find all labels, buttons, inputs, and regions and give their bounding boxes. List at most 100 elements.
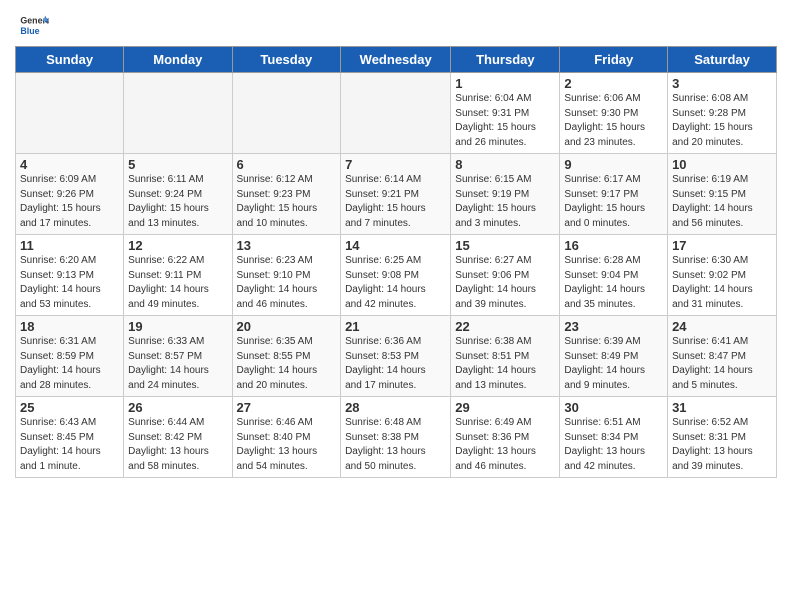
calendar-cell: 20Sunrise: 6:35 AM Sunset: 8:55 PM Dayli… xyxy=(232,316,341,397)
cell-content: Sunrise: 6:06 AM Sunset: 9:30 PM Dayligh… xyxy=(564,92,663,150)
cell-content: Sunrise: 6:22 AM Sunset: 9:11 PM Dayligh… xyxy=(128,254,227,312)
logo-icon: General Blue xyxy=(19,10,49,40)
day-number: 28 xyxy=(345,400,446,415)
cell-content: Sunrise: 6:38 AM Sunset: 8:51 PM Dayligh… xyxy=(455,335,555,393)
calendar-cell: 2Sunrise: 6:06 AM Sunset: 9:30 PM Daylig… xyxy=(560,73,668,154)
cell-content: Sunrise: 6:49 AM Sunset: 8:36 PM Dayligh… xyxy=(455,416,555,474)
calendar-cell: 6Sunrise: 6:12 AM Sunset: 9:23 PM Daylig… xyxy=(232,154,341,235)
day-number: 23 xyxy=(564,319,663,334)
calendar-cell: 4Sunrise: 6:09 AM Sunset: 9:26 PM Daylig… xyxy=(16,154,124,235)
calendar-cell: 26Sunrise: 6:44 AM Sunset: 8:42 PM Dayli… xyxy=(124,397,232,478)
day-number: 24 xyxy=(672,319,772,334)
calendar-cell: 17Sunrise: 6:30 AM Sunset: 9:02 PM Dayli… xyxy=(668,235,777,316)
weekday-header-tuesday: Tuesday xyxy=(232,47,341,73)
cell-content: Sunrise: 6:52 AM Sunset: 8:31 PM Dayligh… xyxy=(672,416,772,474)
day-number: 3 xyxy=(672,76,772,91)
day-number: 9 xyxy=(564,157,663,172)
calendar-cell: 1Sunrise: 6:04 AM Sunset: 9:31 PM Daylig… xyxy=(451,73,560,154)
cell-content: Sunrise: 6:04 AM Sunset: 9:31 PM Dayligh… xyxy=(455,92,555,150)
calendar-cell: 7Sunrise: 6:14 AM Sunset: 9:21 PM Daylig… xyxy=(341,154,451,235)
calendar-cell: 31Sunrise: 6:52 AM Sunset: 8:31 PM Dayli… xyxy=(668,397,777,478)
cell-content: Sunrise: 6:48 AM Sunset: 8:38 PM Dayligh… xyxy=(345,416,446,474)
calendar-table: SundayMondayTuesdayWednesdayThursdayFrid… xyxy=(15,46,777,478)
day-number: 2 xyxy=(564,76,663,91)
calendar-row-5: 25Sunrise: 6:43 AM Sunset: 8:45 PM Dayli… xyxy=(16,397,777,478)
calendar-cell: 22Sunrise: 6:38 AM Sunset: 8:51 PM Dayli… xyxy=(451,316,560,397)
weekday-header-monday: Monday xyxy=(124,47,232,73)
calendar-cell: 21Sunrise: 6:36 AM Sunset: 8:53 PM Dayli… xyxy=(341,316,451,397)
day-number: 14 xyxy=(345,238,446,253)
day-number: 5 xyxy=(128,157,227,172)
calendar-cell: 8Sunrise: 6:15 AM Sunset: 9:19 PM Daylig… xyxy=(451,154,560,235)
cell-content: Sunrise: 6:43 AM Sunset: 8:45 PM Dayligh… xyxy=(20,416,119,474)
cell-content: Sunrise: 6:41 AM Sunset: 8:47 PM Dayligh… xyxy=(672,335,772,393)
calendar-row-4: 18Sunrise: 6:31 AM Sunset: 8:59 PM Dayli… xyxy=(16,316,777,397)
calendar-cell: 24Sunrise: 6:41 AM Sunset: 8:47 PM Dayli… xyxy=(668,316,777,397)
calendar-cell: 5Sunrise: 6:11 AM Sunset: 9:24 PM Daylig… xyxy=(124,154,232,235)
calendar-cell: 3Sunrise: 6:08 AM Sunset: 9:28 PM Daylig… xyxy=(668,73,777,154)
cell-content: Sunrise: 6:09 AM Sunset: 9:26 PM Dayligh… xyxy=(20,173,119,231)
day-number: 7 xyxy=(345,157,446,172)
calendar-cell: 18Sunrise: 6:31 AM Sunset: 8:59 PM Dayli… xyxy=(16,316,124,397)
day-number: 17 xyxy=(672,238,772,253)
svg-text:Blue: Blue xyxy=(20,26,39,36)
cell-content: Sunrise: 6:15 AM Sunset: 9:19 PM Dayligh… xyxy=(455,173,555,231)
calendar-cell: 19Sunrise: 6:33 AM Sunset: 8:57 PM Dayli… xyxy=(124,316,232,397)
cell-content: Sunrise: 6:39 AM Sunset: 8:49 PM Dayligh… xyxy=(564,335,663,393)
calendar-row-2: 4Sunrise: 6:09 AM Sunset: 9:26 PM Daylig… xyxy=(16,154,777,235)
cell-content: Sunrise: 6:35 AM Sunset: 8:55 PM Dayligh… xyxy=(237,335,337,393)
day-number: 4 xyxy=(20,157,119,172)
calendar-cell xyxy=(232,73,341,154)
cell-content: Sunrise: 6:25 AM Sunset: 9:08 PM Dayligh… xyxy=(345,254,446,312)
calendar-row-1: 1Sunrise: 6:04 AM Sunset: 9:31 PM Daylig… xyxy=(16,73,777,154)
weekday-header-row: SundayMondayTuesdayWednesdayThursdayFrid… xyxy=(16,47,777,73)
calendar-cell: 23Sunrise: 6:39 AM Sunset: 8:49 PM Dayli… xyxy=(560,316,668,397)
cell-content: Sunrise: 6:20 AM Sunset: 9:13 PM Dayligh… xyxy=(20,254,119,312)
calendar-cell: 27Sunrise: 6:46 AM Sunset: 8:40 PM Dayli… xyxy=(232,397,341,478)
calendar-cell xyxy=(16,73,124,154)
cell-content: Sunrise: 6:33 AM Sunset: 8:57 PM Dayligh… xyxy=(128,335,227,393)
day-number: 15 xyxy=(455,238,555,253)
weekday-header-saturday: Saturday xyxy=(668,47,777,73)
calendar-cell: 15Sunrise: 6:27 AM Sunset: 9:06 PM Dayli… xyxy=(451,235,560,316)
day-number: 18 xyxy=(20,319,119,334)
calendar-cell: 14Sunrise: 6:25 AM Sunset: 9:08 PM Dayli… xyxy=(341,235,451,316)
cell-content: Sunrise: 6:36 AM Sunset: 8:53 PM Dayligh… xyxy=(345,335,446,393)
logo: General Blue xyxy=(15,10,49,40)
cell-content: Sunrise: 6:28 AM Sunset: 9:04 PM Dayligh… xyxy=(564,254,663,312)
calendar-cell: 10Sunrise: 6:19 AM Sunset: 9:15 PM Dayli… xyxy=(668,154,777,235)
day-number: 30 xyxy=(564,400,663,415)
day-number: 13 xyxy=(237,238,337,253)
weekday-header-friday: Friday xyxy=(560,47,668,73)
day-number: 25 xyxy=(20,400,119,415)
calendar-cell: 29Sunrise: 6:49 AM Sunset: 8:36 PM Dayli… xyxy=(451,397,560,478)
day-number: 26 xyxy=(128,400,227,415)
cell-content: Sunrise: 6:19 AM Sunset: 9:15 PM Dayligh… xyxy=(672,173,772,231)
calendar-cell: 16Sunrise: 6:28 AM Sunset: 9:04 PM Dayli… xyxy=(560,235,668,316)
cell-content: Sunrise: 6:12 AM Sunset: 9:23 PM Dayligh… xyxy=(237,173,337,231)
cell-content: Sunrise: 6:08 AM Sunset: 9:28 PM Dayligh… xyxy=(672,92,772,150)
calendar-cell: 9Sunrise: 6:17 AM Sunset: 9:17 PM Daylig… xyxy=(560,154,668,235)
cell-content: Sunrise: 6:17 AM Sunset: 9:17 PM Dayligh… xyxy=(564,173,663,231)
day-number: 20 xyxy=(237,319,337,334)
cell-content: Sunrise: 6:30 AM Sunset: 9:02 PM Dayligh… xyxy=(672,254,772,312)
cell-content: Sunrise: 6:44 AM Sunset: 8:42 PM Dayligh… xyxy=(128,416,227,474)
day-number: 16 xyxy=(564,238,663,253)
day-number: 8 xyxy=(455,157,555,172)
calendar-cell xyxy=(124,73,232,154)
day-number: 27 xyxy=(237,400,337,415)
day-number: 10 xyxy=(672,157,772,172)
day-number: 22 xyxy=(455,319,555,334)
day-number: 11 xyxy=(20,238,119,253)
day-number: 19 xyxy=(128,319,227,334)
calendar-cell: 12Sunrise: 6:22 AM Sunset: 9:11 PM Dayli… xyxy=(124,235,232,316)
cell-content: Sunrise: 6:14 AM Sunset: 9:21 PM Dayligh… xyxy=(345,173,446,231)
day-number: 31 xyxy=(672,400,772,415)
day-number: 21 xyxy=(345,319,446,334)
calendar-cell xyxy=(341,73,451,154)
calendar-cell: 30Sunrise: 6:51 AM Sunset: 8:34 PM Dayli… xyxy=(560,397,668,478)
day-number: 6 xyxy=(237,157,337,172)
weekday-header-sunday: Sunday xyxy=(16,47,124,73)
weekday-header-thursday: Thursday xyxy=(451,47,560,73)
weekday-header-wednesday: Wednesday xyxy=(341,47,451,73)
